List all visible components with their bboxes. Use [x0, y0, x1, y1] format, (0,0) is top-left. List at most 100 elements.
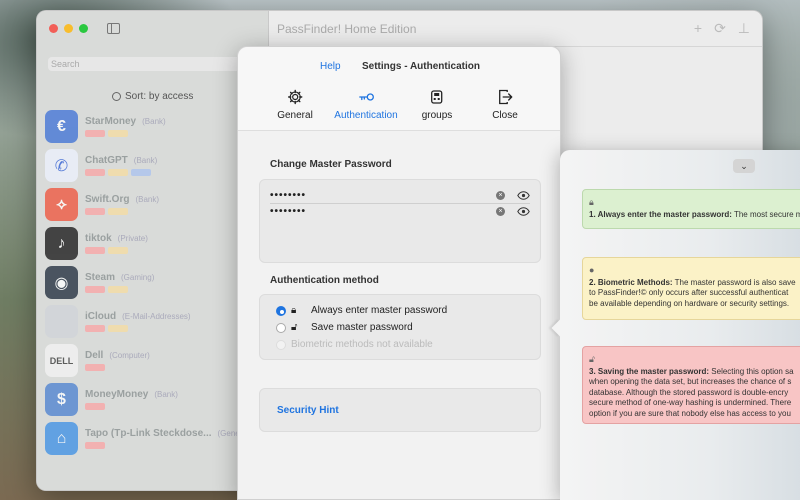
unlock-icon: 🔓︎ — [589, 354, 595, 364]
note-text: to PassFinder!© only occurs after succes… — [589, 288, 789, 297]
note-title: 3. Saving the master password: — [589, 366, 710, 376]
tab-authentication[interactable]: Authentication — [334, 89, 398, 121]
search-input[interactable]: Search — [48, 57, 258, 71]
sheet-title: Settings - Authentication — [362, 61, 480, 72]
list-item-category: (Bank) — [154, 390, 178, 399]
main-titlebar: PassFinder! Home Edition + ⟳ ⊥ — [269, 11, 762, 47]
tag-badge — [131, 169, 151, 176]
radio-save-password[interactable] — [276, 322, 286, 333]
list-item-title: tiktok — [85, 233, 112, 244]
tag-badge — [108, 208, 128, 215]
clock-icon — [112, 92, 121, 101]
note-text: secure method of one-way hashing is unde… — [589, 398, 792, 407]
list-item[interactable]: ⌂ Tapo (Tp-Link Steckdose... (Gener — [45, 419, 269, 458]
key-icon — [358, 93, 374, 101]
clear-icon[interactable]: × — [496, 206, 505, 216]
tag-badge — [85, 364, 105, 371]
collapse-button[interactable]: ⌄ — [733, 159, 755, 173]
note-text: when opening the data set, but increases… — [589, 377, 792, 386]
list-item-category: (Bank) — [133, 156, 158, 165]
option-always-enter[interactable]: 🔒︎ Always enter master password — [276, 305, 447, 316]
swift-icon: ⟡ — [45, 188, 78, 221]
note-biometric: ● 2. Biometric Methods: The master passw… — [582, 257, 800, 320]
list-item-category: (Computer) — [109, 351, 150, 360]
option-always-enter-label: Always enter master password — [311, 305, 448, 316]
lock-icon: 🔒︎ — [291, 305, 297, 316]
tab-close[interactable]: Close — [492, 89, 518, 121]
security-hint-box: Security Hint — [259, 388, 541, 432]
exit-icon — [498, 89, 513, 105]
new-password-field[interactable]: •••••••• — [270, 190, 496, 201]
list-item[interactable]: ✆ ChatGPT (Bank) — [45, 146, 269, 185]
entry-list: € StarMoney (Bank) ✆ ChatGPT (Bank) ⟡ Swift.Org… — [45, 107, 269, 458]
list-item[interactable]: € StarMoney (Bank) — [45, 107, 269, 146]
list-item[interactable]: ◉ Steam (Gaming) — [45, 263, 269, 302]
list-item-title: MoneyMoney — [85, 389, 149, 400]
list-item[interactable]: $ MoneyMoney (Bank) — [45, 380, 269, 419]
tag-badge — [108, 247, 128, 254]
list-item-title: StarMoney — [85, 116, 137, 127]
note-save-password: 🔓︎ 3. Saving the master password: Select… — [582, 346, 800, 424]
password-box: •••••••• × •••••••• × — [259, 179, 541, 263]
auth-method-box: 🔒︎ Always enter master password 🔓︎ Save … — [259, 294, 541, 360]
tag-badge — [85, 403, 105, 410]
radio-always-enter[interactable] — [276, 305, 286, 316]
tag-badge — [108, 286, 128, 293]
lock-icon: 🔒︎ — [589, 197, 594, 207]
eye-icon[interactable] — [517, 190, 530, 200]
sheet-body: Change Master Password •••••••• × ••••••… — [248, 145, 552, 432]
note-title: 2. Biometric Methods: — [589, 277, 673, 287]
note-always-enter: 🔒︎ 1. Always enter the master password: … — [582, 189, 800, 229]
chevron-down-icon: ⌄ — [740, 160, 748, 171]
sort-button[interactable]: Sort: by access — [112, 91, 193, 102]
tab-general[interactable]: General — [277, 89, 313, 121]
sync-icon[interactable]: ⟳ — [714, 20, 726, 37]
option-save-password[interactable]: 🔓︎ Save master password — [276, 322, 413, 333]
tab-groups[interactable]: groups — [422, 89, 452, 121]
sheet-header: Help Settings - Authentication General A… — [238, 47, 560, 131]
close-window-button[interactable] — [49, 24, 58, 33]
tag-badge — [85, 169, 105, 176]
list-item[interactable]: ♪ tiktok (Private) — [45, 224, 269, 263]
list-item-category: (Bank) — [135, 195, 160, 204]
option-biometric-label: Biometric methods not available — [291, 339, 433, 350]
tag-badge — [85, 247, 105, 254]
list-item-title: Dell — [85, 350, 104, 361]
starmoney-icon: € — [45, 110, 78, 143]
gear-icon — [287, 89, 303, 105]
phone-icon: ✆ — [45, 149, 78, 182]
add-icon[interactable]: + — [694, 20, 702, 37]
tag-badge — [85, 130, 105, 137]
note-text: database. Although the stored password i… — [589, 387, 789, 397]
sort-label: Sort: by access — [125, 91, 194, 102]
tag-badge — [108, 169, 128, 176]
tag-badge — [108, 325, 128, 332]
tab-authentication-label: Authentication — [334, 110, 398, 121]
confirm-password-field[interactable]: •••••••• — [270, 206, 496, 217]
biometric-icon: ● — [589, 265, 595, 275]
settings-sheet: Help Settings - Authentication General A… — [237, 46, 561, 500]
clear-icon[interactable]: × — [496, 190, 505, 200]
list-item[interactable]: iCloud (E-Mail-Addresses) — [45, 302, 269, 341]
list-item-category: (Private) — [117, 234, 148, 243]
security-hint-link[interactable]: Security Hint — [277, 405, 339, 416]
list-item-title: Tapo (Tp-Link Steckdose... — [85, 428, 212, 439]
groups-icon — [431, 90, 443, 104]
list-item[interactable]: ⟡ Swift.Org (Bank) — [45, 185, 269, 224]
eye-icon[interactable] — [517, 206, 530, 216]
minimize-window-button[interactable] — [64, 24, 73, 33]
sidebar-toggle-icon[interactable] — [107, 23, 120, 34]
zoom-window-button[interactable] — [79, 24, 88, 33]
note-text: option if you are sure that nobody else … — [589, 408, 791, 418]
help-link[interactable]: Help — [320, 61, 341, 72]
security-hint-popover: ⌄ 🔒︎ 1. Always enter the master password… — [560, 150, 800, 500]
note-text: be available depending on hardware or se… — [589, 298, 790, 308]
list-item-title: ChatGPT — [85, 155, 128, 166]
list-item-category: (E-Mail-Addresses) — [122, 312, 191, 321]
list-item[interactable]: DELL Dell (Computer) — [45, 341, 269, 380]
tag-badge — [108, 130, 128, 137]
tag-badge — [85, 286, 105, 293]
dell-icon: DELL — [45, 344, 78, 377]
auth-method-heading: Authentication method — [270, 275, 379, 286]
pin-icon[interactable]: ⊥ — [738, 20, 750, 37]
